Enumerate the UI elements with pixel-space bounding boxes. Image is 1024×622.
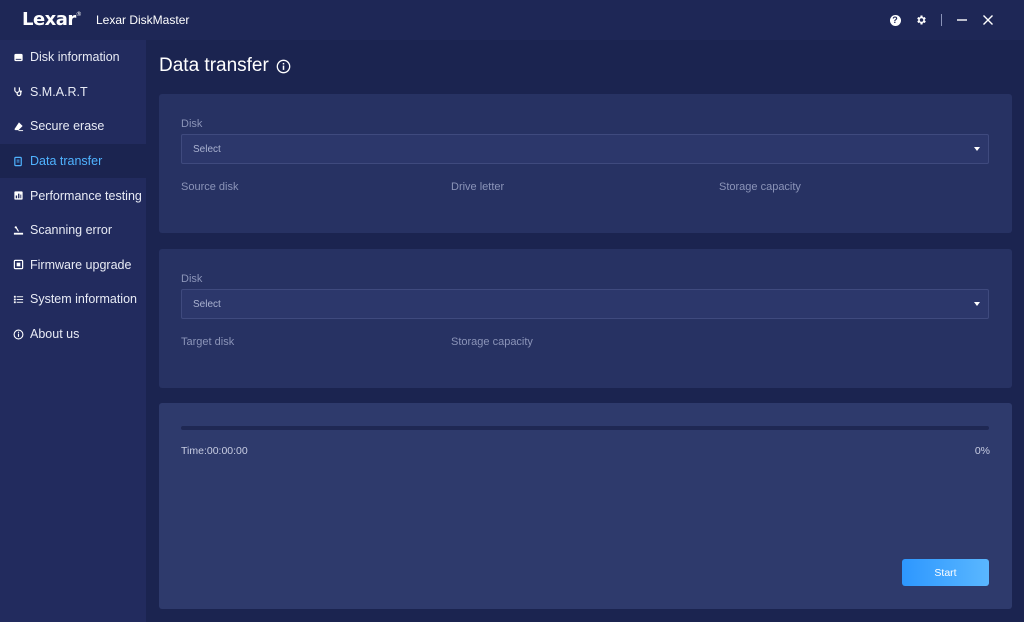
help-icon[interactable]: ? [885,10,905,30]
sidebar-item-firmware-upgrade[interactable]: Firmware upgrade [0,248,146,283]
source-disk-select[interactable]: Select [181,134,989,164]
sidebar-item-smart[interactable]: S.M.A.R.T [0,75,146,110]
page-title: Data transfer [159,55,291,77]
title-bar: Lexar® Lexar DiskMaster ? [0,0,1024,40]
gear-icon[interactable] [911,10,931,30]
main-content: Data transfer Disk Select Source disk Dr… [146,40,1024,622]
sidebar-item-system-information[interactable]: System information [0,282,146,317]
start-button[interactable]: Start [902,559,989,586]
target-disk-label: Disk [181,273,203,285]
target-disk-panel: Disk Select Target disk Storage capacity [159,249,1012,388]
target-disk-field: Target disk [181,336,235,348]
disk-icon [12,51,24,63]
sidebar-item-secure-erase[interactable]: Secure erase [0,109,146,144]
eraser-icon [12,120,24,132]
chevron-down-icon [974,147,980,151]
minimize-icon[interactable] [952,10,972,30]
target-storage-capacity-field: Storage capacity [451,336,533,348]
elapsed-time: Time:00:00:00 [181,445,248,457]
app-title: Lexar DiskMaster [96,13,190,27]
sidebar-item-data-transfer[interactable]: Data transfer [0,143,146,179]
scan-icon [12,224,24,236]
source-storage-capacity-field: Storage capacity [719,181,801,193]
info-icon[interactable] [276,59,291,74]
transfer-progress-panel: Time:00:00:00 0% Start [159,403,1012,609]
list-icon [12,293,24,305]
chevron-down-icon [974,302,980,306]
sidebar-item-performance-testing[interactable]: Performance testing [0,178,146,213]
separator [941,14,942,26]
source-disk-field: Source disk [181,181,239,193]
chart-icon [12,190,24,202]
progress-bar [181,426,989,430]
source-disk-panel: Disk Select Source disk Drive letter Sto… [159,94,1012,233]
app-logo: Lexar® [22,9,82,30]
drive-letter-field: Drive letter [451,181,505,193]
close-icon[interactable] [978,10,998,30]
progress-percent: 0% [974,445,990,457]
document-transfer-icon [12,155,24,167]
source-disk-label: Disk [181,118,203,130]
sidebar-item-scanning-error[interactable]: Scanning error [0,213,146,248]
chip-icon [12,259,24,271]
stethoscope-icon [12,86,24,98]
sidebar-item-disk-information[interactable]: Disk information [0,40,146,75]
window-controls: ? [879,10,998,30]
sidebar-item-about-us[interactable]: About us [0,317,146,352]
target-disk-select[interactable]: Select [181,289,989,319]
sidebar: Disk information S.M.A.R.T Secure erase … [0,40,146,622]
info-icon [12,328,24,340]
